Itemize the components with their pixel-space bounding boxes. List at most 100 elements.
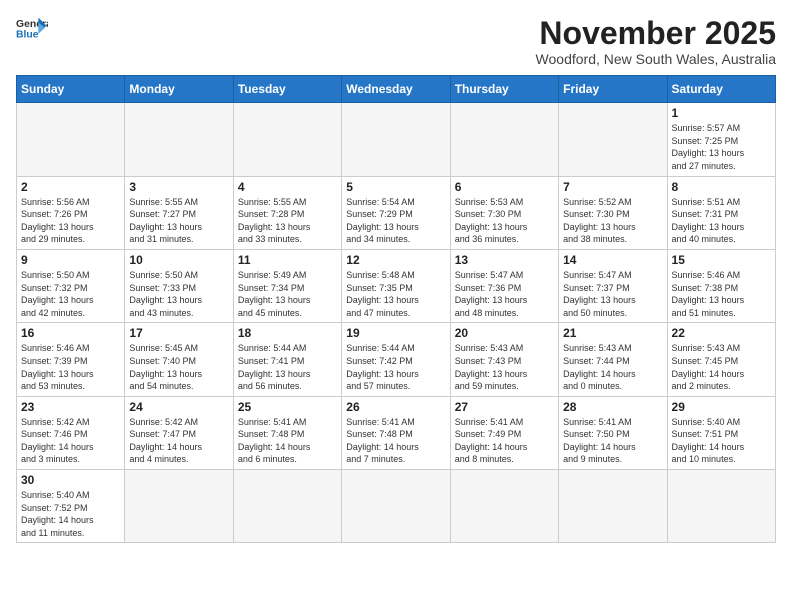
calendar-day-cell: 12Sunrise: 5:48 AM Sunset: 7:35 PM Dayli… [342,249,450,322]
calendar-header-row: SundayMondayTuesdayWednesdayThursdayFrid… [17,76,776,103]
day-info: Sunrise: 5:50 AM Sunset: 7:33 PM Dayligh… [129,269,228,319]
calendar-day-cell: 11Sunrise: 5:49 AM Sunset: 7:34 PM Dayli… [233,249,341,322]
calendar-day-cell: 21Sunrise: 5:43 AM Sunset: 7:44 PM Dayli… [559,323,667,396]
day-header-tuesday: Tuesday [233,76,341,103]
day-header-sunday: Sunday [17,76,125,103]
calendar-day-cell [233,470,341,543]
calendar-day-cell: 27 Sunrise: 5:41 AM Sunset: 7:49 PM Dayli… [450,396,558,469]
day-number: 1 [672,106,771,120]
day-info: Sunrise: 5:57 AM Sunset: 7:25 PM Dayligh… [672,122,771,172]
day-number: 9 [21,253,120,267]
day-info: Sunrise: 5:53 AM Sunset: 7:30 PM Dayligh… [455,196,554,246]
day-info: Sunrise: 5:54 AM Sunset: 7:29 PM Dayligh… [346,196,445,246]
calendar-day-cell [559,470,667,543]
svg-text:Blue: Blue [16,30,39,41]
calendar-day-cell: 3 Sunrise: 5:55 AM Sunset: 7:27 PM Daylig… [125,176,233,249]
day-info: Sunrise: 5:41 AM Sunset: 7:49 PM Dayligh… [455,416,554,466]
calendar-day-cell: 16Sunrise: 5:46 AM Sunset: 7:39 PM Dayli… [17,323,125,396]
logo-icon: General Blue [16,16,48,44]
day-number: 30 [21,473,120,487]
calendar-day-cell [667,470,775,543]
day-number: 10 [129,253,228,267]
calendar-day-cell [450,470,558,543]
logo: General Blue [16,16,48,44]
calendar-day-cell: 22 Sunrise: 5:43 AM Sunset: 7:45 PM Dayli… [667,323,775,396]
day-info: Sunrise: 5:52 AM Sunset: 7:30 PM Dayligh… [563,196,662,246]
calendar-day-cell: 17 Sunrise: 5:45 AM Sunset: 7:40 PM Dayli… [125,323,233,396]
day-number: 3 [129,180,228,194]
day-number: 16 [21,326,120,340]
calendar-day-cell: 6 Sunrise: 5:53 AM Sunset: 7:30 PM Daylig… [450,176,558,249]
day-header-saturday: Saturday [667,76,775,103]
day-info: Sunrise: 5:55 AM Sunset: 7:28 PM Dayligh… [238,196,337,246]
day-number: 5 [346,180,445,194]
day-number: 2 [21,180,120,194]
day-info: Sunrise: 5:46 AM Sunset: 7:38 PM Dayligh… [672,269,771,319]
calendar-week-row: 23Sunrise: 5:42 AM Sunset: 7:46 PM Dayli… [17,396,776,469]
location: Woodford, New South Wales, Australia [536,51,776,67]
calendar-day-cell [125,103,233,176]
day-number: 15 [672,253,771,267]
day-number: 6 [455,180,554,194]
day-number: 12 [346,253,445,267]
calendar-week-row: 9 Sunrise: 5:50 AM Sunset: 7:32 PM Daylig… [17,249,776,322]
day-info: Sunrise: 5:41 AM Sunset: 7:48 PM Dayligh… [238,416,337,466]
calendar-day-cell: 5 Sunrise: 5:54 AM Sunset: 7:29 PM Daylig… [342,176,450,249]
calendar-day-cell [17,103,125,176]
day-info: Sunrise: 5:50 AM Sunset: 7:32 PM Dayligh… [21,269,120,319]
calendar-day-cell: 8 Sunrise: 5:51 AM Sunset: 7:31 PM Daylig… [667,176,775,249]
calendar-day-cell: 30 Sunrise: 5:40 AM Sunset: 7:52 PM Dayli… [17,470,125,543]
day-number: 28 [563,400,662,414]
calendar-day-cell: 18 Sunrise: 5:44 AM Sunset: 7:41 PM Dayli… [233,323,341,396]
day-header-wednesday: Wednesday [342,76,450,103]
calendar-day-cell [342,103,450,176]
calendar-day-cell: 7Sunrise: 5:52 AM Sunset: 7:30 PM Daylig… [559,176,667,249]
day-info: Sunrise: 5:40 AM Sunset: 7:51 PM Dayligh… [672,416,771,466]
calendar-week-row: 1 Sunrise: 5:57 AM Sunset: 7:25 PM Daylig… [17,103,776,176]
calendar-day-cell: 13Sunrise: 5:47 AM Sunset: 7:36 PM Dayli… [450,249,558,322]
day-info: Sunrise: 5:41 AM Sunset: 7:48 PM Dayligh… [346,416,445,466]
day-info: Sunrise: 5:56 AM Sunset: 7:26 PM Dayligh… [21,196,120,246]
day-info: Sunrise: 5:45 AM Sunset: 7:40 PM Dayligh… [129,342,228,392]
day-number: 24 [129,400,228,414]
day-header-friday: Friday [559,76,667,103]
calendar-day-cell: 29 Sunrise: 5:40 AM Sunset: 7:51 PM Dayli… [667,396,775,469]
day-number: 4 [238,180,337,194]
calendar-week-row: 2 Sunrise: 5:56 AM Sunset: 7:26 PM Daylig… [17,176,776,249]
day-info: Sunrise: 5:41 AM Sunset: 7:50 PM Dayligh… [563,416,662,466]
calendar-day-cell: 23Sunrise: 5:42 AM Sunset: 7:46 PM Dayli… [17,396,125,469]
day-number: 22 [672,326,771,340]
day-number: 29 [672,400,771,414]
calendar-day-cell: 2 Sunrise: 5:56 AM Sunset: 7:26 PM Daylig… [17,176,125,249]
calendar-day-cell: 25Sunrise: 5:41 AM Sunset: 7:48 PM Dayli… [233,396,341,469]
calendar-day-cell: 20Sunrise: 5:43 AM Sunset: 7:43 PM Dayli… [450,323,558,396]
day-number: 17 [129,326,228,340]
calendar-day-cell [233,103,341,176]
day-info: Sunrise: 5:55 AM Sunset: 7:27 PM Dayligh… [129,196,228,246]
title-section: November 2025 Woodford, New South Wales,… [536,16,776,67]
calendar-day-cell: 28 Sunrise: 5:41 AM Sunset: 7:50 PM Dayli… [559,396,667,469]
day-number: 14 [563,253,662,267]
day-number: 18 [238,326,337,340]
calendar-day-cell [342,470,450,543]
calendar-day-cell: 14Sunrise: 5:47 AM Sunset: 7:37 PM Dayli… [559,249,667,322]
day-number: 8 [672,180,771,194]
day-header-thursday: Thursday [450,76,558,103]
day-info: Sunrise: 5:44 AM Sunset: 7:41 PM Dayligh… [238,342,337,392]
day-info: Sunrise: 5:51 AM Sunset: 7:31 PM Dayligh… [672,196,771,246]
day-info: Sunrise: 5:49 AM Sunset: 7:34 PM Dayligh… [238,269,337,319]
day-number: 23 [21,400,120,414]
calendar-day-cell: 1 Sunrise: 5:57 AM Sunset: 7:25 PM Daylig… [667,103,775,176]
calendar-day-cell [559,103,667,176]
day-info: Sunrise: 5:43 AM Sunset: 7:45 PM Dayligh… [672,342,771,392]
day-number: 27 [455,400,554,414]
day-info: Sunrise: 5:42 AM Sunset: 7:47 PM Dayligh… [129,416,228,466]
day-info: Sunrise: 5:40 AM Sunset: 7:52 PM Dayligh… [21,489,120,539]
calendar-day-cell [450,103,558,176]
day-header-monday: Monday [125,76,233,103]
day-number: 19 [346,326,445,340]
calendar-day-cell: 10 Sunrise: 5:50 AM Sunset: 7:33 PM Dayli… [125,249,233,322]
calendar-week-row: 30 Sunrise: 5:40 AM Sunset: 7:52 PM Dayli… [17,470,776,543]
calendar-day-cell: 19Sunrise: 5:44 AM Sunset: 7:42 PM Dayli… [342,323,450,396]
calendar-day-cell [125,470,233,543]
